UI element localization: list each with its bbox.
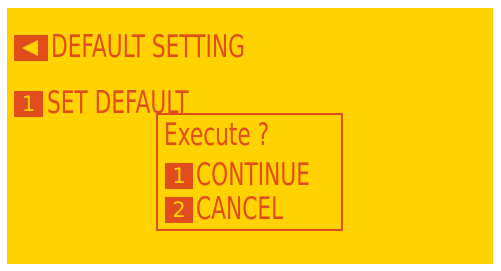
lcd-screen: DEFAULT SETTING 1 SET DEFAULT Execute ? …: [7, 8, 493, 264]
menu-item-number-badge: 1: [14, 91, 43, 117]
continue-number-badge: 1: [165, 163, 193, 189]
cancel-number-badge: 2: [165, 197, 193, 223]
cancel-option[interactable]: CANCEL: [196, 194, 283, 225]
back-arrow-icon[interactable]: [14, 35, 48, 61]
continue-option[interactable]: CONTINUE: [196, 160, 310, 191]
dialog-title: Execute ?: [164, 117, 270, 153]
confirm-dialog: Execute ? 1 CONTINUE 2 CANCEL: [156, 113, 343, 231]
screen-title: DEFAULT SETTING: [51, 29, 245, 65]
